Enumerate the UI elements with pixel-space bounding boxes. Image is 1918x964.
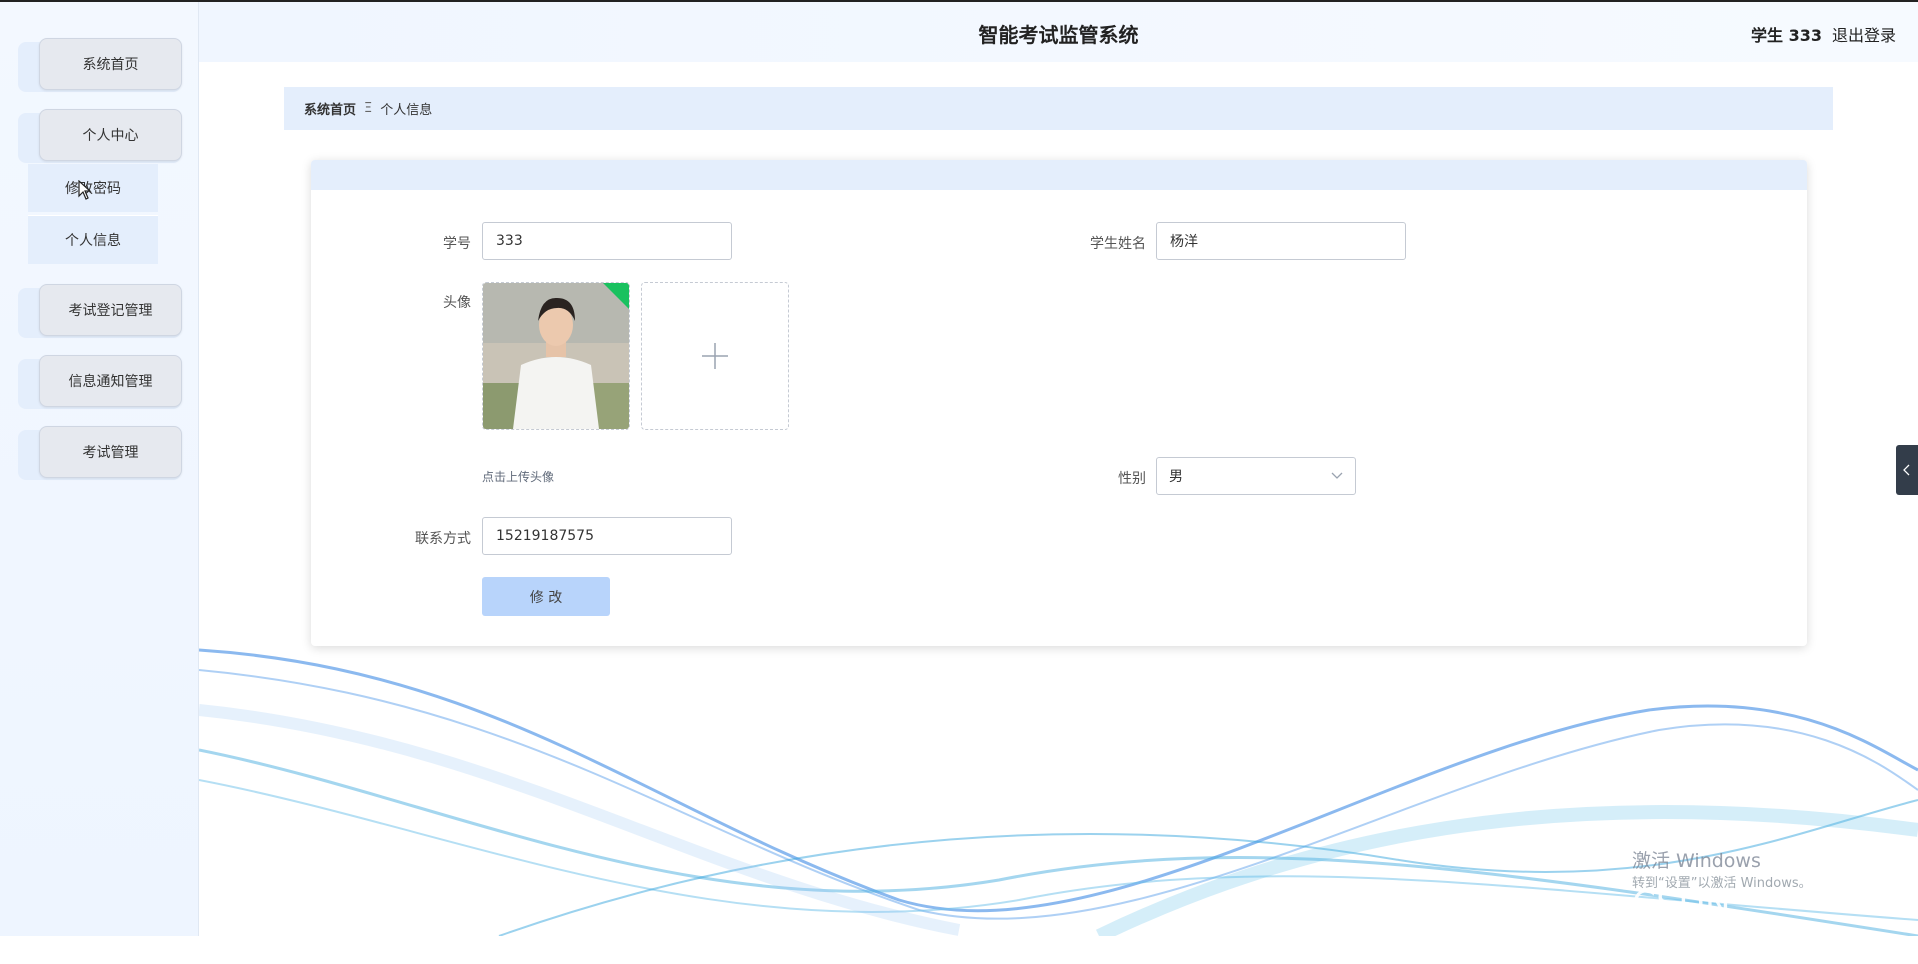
plus-icon <box>702 343 728 369</box>
submenu-personal-info[interactable]: 个人信息 <box>28 215 158 264</box>
sidebar-item-exam-registration-group: 考试登记管理 <box>18 284 182 338</box>
student-name-label: 学生姓名 <box>1090 236 1146 252</box>
sidebar-item-notice-group: 信息通知管理 <box>18 355 182 409</box>
gender-label: 性别 <box>1118 471 1146 487</box>
chevron-down-icon <box>1331 472 1343 479</box>
contact-label: 联系方式 <box>415 531 471 547</box>
breadcrumb: 系统首页 Ξ 个人信息 <box>284 87 1833 130</box>
sidebar-item-exam-group: 考试管理 <box>18 426 182 480</box>
personal-info-form: 学号 学生姓名 头像 点击上传头像 性别 男 联系方式 修 改 <box>311 160 1807 646</box>
user-name: 学生 333 <box>1751 26 1822 45</box>
submenu-change-password[interactable]: 修改密码 <box>28 164 158 212</box>
user-info: 学生 333 退出登录 <box>1751 22 1896 46</box>
top-header: 智能考试监管系统 学生 333 退出登录 <box>199 2 1918 62</box>
sidebar-item-notice-management[interactable]: 信息通知管理 <box>39 355 182 407</box>
side-drawer-toggle[interactable] <box>1896 445 1918 495</box>
logout-link[interactable]: 退出登录 <box>1832 26 1896 45</box>
sidebar-item-exam-management[interactable]: 考试管理 <box>39 426 182 478</box>
update-button[interactable]: 修 改 <box>482 577 610 616</box>
student-name-input[interactable] <box>1156 222 1406 260</box>
mouse-cursor-icon <box>78 180 92 200</box>
sidebar: 系统首页 个人中心 修改密码 个人信息 考试登记管理 信息通知管理 考试管理 <box>0 2 199 936</box>
card-header <box>311 160 1807 190</box>
app-title: 智能考试监管系统 <box>978 23 1139 47</box>
student-id-input[interactable] <box>482 222 732 260</box>
gender-select[interactable]: 男 <box>1156 457 1356 495</box>
sidebar-item-personal-group: 个人中心 <box>18 109 182 163</box>
breadcrumb-separator-icon: Ξ <box>364 101 373 116</box>
breadcrumb-current: 个人信息 <box>380 103 433 118</box>
windows-activation-title: 激活 Windows <box>1632 850 1761 872</box>
breadcrumb-home[interactable]: 系统首页 <box>304 99 356 118</box>
avatar-upload-hint: 点击上传头像 <box>482 470 555 484</box>
sidebar-item-home-group: 系统首页 <box>18 38 182 92</box>
gender-select-value: 男 <box>1169 469 1183 485</box>
student-id-label: 学号 <box>443 236 471 252</box>
sidebar-item-home[interactable]: 系统首页 <box>39 38 182 90</box>
avatar-photo <box>483 283 629 429</box>
avatar-upload-button[interactable] <box>641 282 789 430</box>
avatar-label: 头像 <box>443 295 471 311</box>
csdn-watermark: CSDN @sheji712 <box>1632 884 1815 964</box>
sidebar-item-personal-center[interactable]: 个人中心 <box>39 109 182 161</box>
chevron-left-icon <box>1903 464 1910 476</box>
avatar-image[interactable] <box>482 282 630 430</box>
sidebar-item-exam-registration[interactable]: 考试登记管理 <box>39 284 182 336</box>
contact-input[interactable] <box>482 517 732 555</box>
